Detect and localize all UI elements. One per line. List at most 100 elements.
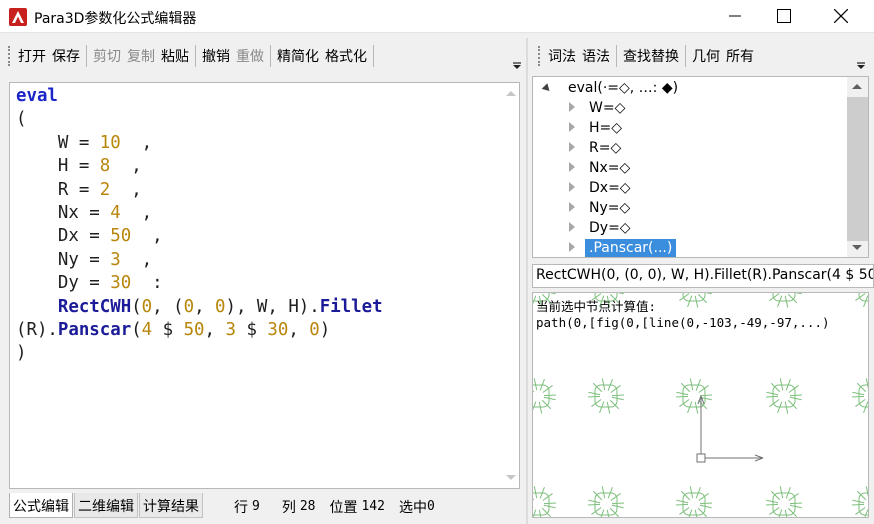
code-token: Ny =	[16, 249, 111, 270]
panscar-shape-11	[587, 486, 625, 517]
position-label: 位置	[329, 500, 358, 516]
code-token: W =	[16, 132, 100, 153]
selection-value: 0	[426, 499, 435, 514]
tree-scrollbar[interactable]	[847, 77, 868, 257]
col-label: 列	[281, 500, 296, 516]
code-line[interactable]: (R).Panscar(4 $ 50, 3 $ 30, 0)	[16, 319, 383, 342]
collapsed-arrow-icon[interactable]	[569, 180, 577, 196]
code-line[interactable]: eval	[16, 85, 383, 108]
code-line[interactable]: Nx = 4 ,	[16, 202, 383, 225]
collapsed-arrow-icon[interactable]	[569, 240, 577, 256]
collapsed-arrow-icon[interactable]	[569, 220, 577, 236]
simplify-button[interactable]: 精简化	[274, 44, 322, 68]
scroll-up-icon[interactable]	[506, 91, 516, 96]
paste-button[interactable]: 粘贴	[158, 44, 192, 68]
node-expression: RectCWH(0, (0, 0), W, H).Fillet(R).Pansc…	[532, 264, 874, 288]
tree-node[interactable]: .Panscar(...)	[533, 238, 847, 258]
tree-node[interactable]: H=◇	[533, 118, 847, 138]
cut-button[interactable]: 剪切	[90, 44, 124, 68]
geometry-button[interactable]: 几何	[689, 44, 723, 68]
panscar-shape-5	[533, 378, 557, 414]
tree-scroll-thumb[interactable]	[847, 97, 868, 241]
code-line[interactable]: Dy = 30 :	[16, 272, 383, 295]
maximize-button[interactable]	[761, 0, 807, 32]
tab-calc-result[interactable]: 计算结果	[139, 493, 203, 518]
tree-node[interactable]: Ny=◇	[533, 198, 847, 218]
lexical-button[interactable]: 词法	[545, 44, 579, 68]
tree-node-label: Dy=◇	[589, 220, 631, 236]
tab-2d-edit[interactable]: 二维编辑	[74, 493, 138, 518]
collapsed-arrow-icon[interactable]	[569, 200, 577, 216]
minimize-button[interactable]	[712, 0, 758, 32]
tree-node[interactable]: W=◇	[533, 98, 847, 118]
code-token: $	[152, 320, 184, 341]
collapsed-arrow-icon[interactable]	[569, 140, 577, 156]
code-text[interactable]: eval ( W = 10 , H = 8 , R = 2 , Nx = 4 , …	[16, 85, 383, 366]
tree-node[interactable]: Dx=◇	[533, 178, 847, 198]
result-value: path(0,[fig(0,[line(0,-103,-49,-97,...)	[536, 315, 830, 330]
code-number: 3	[110, 249, 121, 270]
selection-label: 选中	[398, 500, 427, 516]
scroll-down-icon[interactable]	[852, 245, 862, 250]
code-line[interactable]: (	[16, 108, 383, 131]
result-caption: 当前选中节点计算值:	[536, 299, 657, 314]
format-button[interactable]: 格式化	[322, 44, 370, 68]
code-line[interactable]: Dx = 50 ,	[16, 225, 383, 248]
code-line[interactable]: R = 2 ,	[16, 179, 383, 202]
tree-node[interactable]: Dy=◇	[533, 218, 847, 238]
toolbar-grip[interactable]	[8, 46, 11, 66]
code-token: ,	[120, 132, 153, 153]
code-number: 30	[267, 320, 289, 341]
tab-formula-edit[interactable]: 公式编辑	[9, 493, 73, 518]
tree-node[interactable]: R=◇	[533, 138, 847, 158]
code-token: , (	[152, 296, 184, 317]
tree-node-root[interactable]: eval(·=◇, …: ◆)	[533, 78, 847, 98]
code-token: ,	[131, 226, 163, 247]
code-token: Nx =	[16, 203, 111, 224]
collapsed-arrow-icon[interactable]	[569, 100, 577, 116]
close-button[interactable]	[818, 0, 864, 32]
undo-button[interactable]: 撤销	[199, 44, 233, 68]
code-token: ,	[204, 320, 226, 341]
code-token: ,	[120, 203, 153, 224]
save-button[interactable]: 保存	[49, 44, 83, 68]
find-replace-button[interactable]: 查找替换	[620, 44, 682, 68]
editor-scrollbar[interactable]	[502, 83, 519, 488]
open-button[interactable]: 打开	[15, 44, 49, 68]
close-icon	[834, 9, 848, 23]
copy-button[interactable]: 复制	[124, 44, 158, 68]
redo-button[interactable]: 重做	[233, 44, 267, 68]
toolbar-overflow-icon[interactable]	[856, 62, 866, 70]
code-function: RectCWH	[57, 296, 132, 317]
syntax-button[interactable]: 语法	[579, 44, 613, 68]
code-number: 8	[99, 156, 111, 177]
all-button[interactable]: 所有	[723, 44, 757, 68]
panscar-shape-14	[851, 486, 868, 517]
code-token: :	[131, 273, 163, 294]
code-token: (	[16, 109, 27, 130]
toolbar-overflow-icon[interactable]	[512, 62, 522, 70]
code-number: 50	[110, 226, 132, 247]
syntax-tree[interactable]: eval(·=◇, …: ◆) W=◇ H=◇ R=◇ Nx=◇ Dx=◇ Ny=◇ Dy=…	[532, 76, 869, 258]
code-line[interactable]: RectCWH(0, (0, 0), W, H).Fillet	[16, 296, 383, 319]
collapsed-arrow-icon[interactable]	[569, 160, 577, 176]
tree-node-label: eval(·=◇, …: ◆)	[568, 80, 679, 96]
toolbar-grip[interactable]	[538, 46, 541, 66]
code-line[interactable]: )	[16, 342, 383, 365]
scroll-down-icon[interactable]	[506, 475, 516, 480]
expanded-arrow-icon[interactable]	[541, 80, 556, 96]
tree-node[interactable]: Nx=◇	[533, 158, 847, 178]
code-line[interactable]: Ny = 3 ,	[16, 249, 383, 272]
position-value: 142	[361, 499, 385, 514]
code-token: ,	[194, 296, 216, 317]
code-line[interactable]: H = 8 ,	[16, 155, 383, 178]
tree-node-label: H=◇	[589, 120, 623, 136]
collapsed-arrow-icon[interactable]	[569, 120, 577, 136]
panscar-shape-3	[769, 293, 802, 308]
panel-splitter[interactable]	[526, 38, 528, 524]
code-editor[interactable]: eval ( W = 10 , H = 8 , R = 2 , Nx = 4 , …	[9, 82, 520, 489]
code-function: Fillet	[319, 296, 383, 317]
scroll-up-icon[interactable]	[852, 84, 862, 89]
code-line[interactable]: W = 10 ,	[16, 132, 383, 155]
